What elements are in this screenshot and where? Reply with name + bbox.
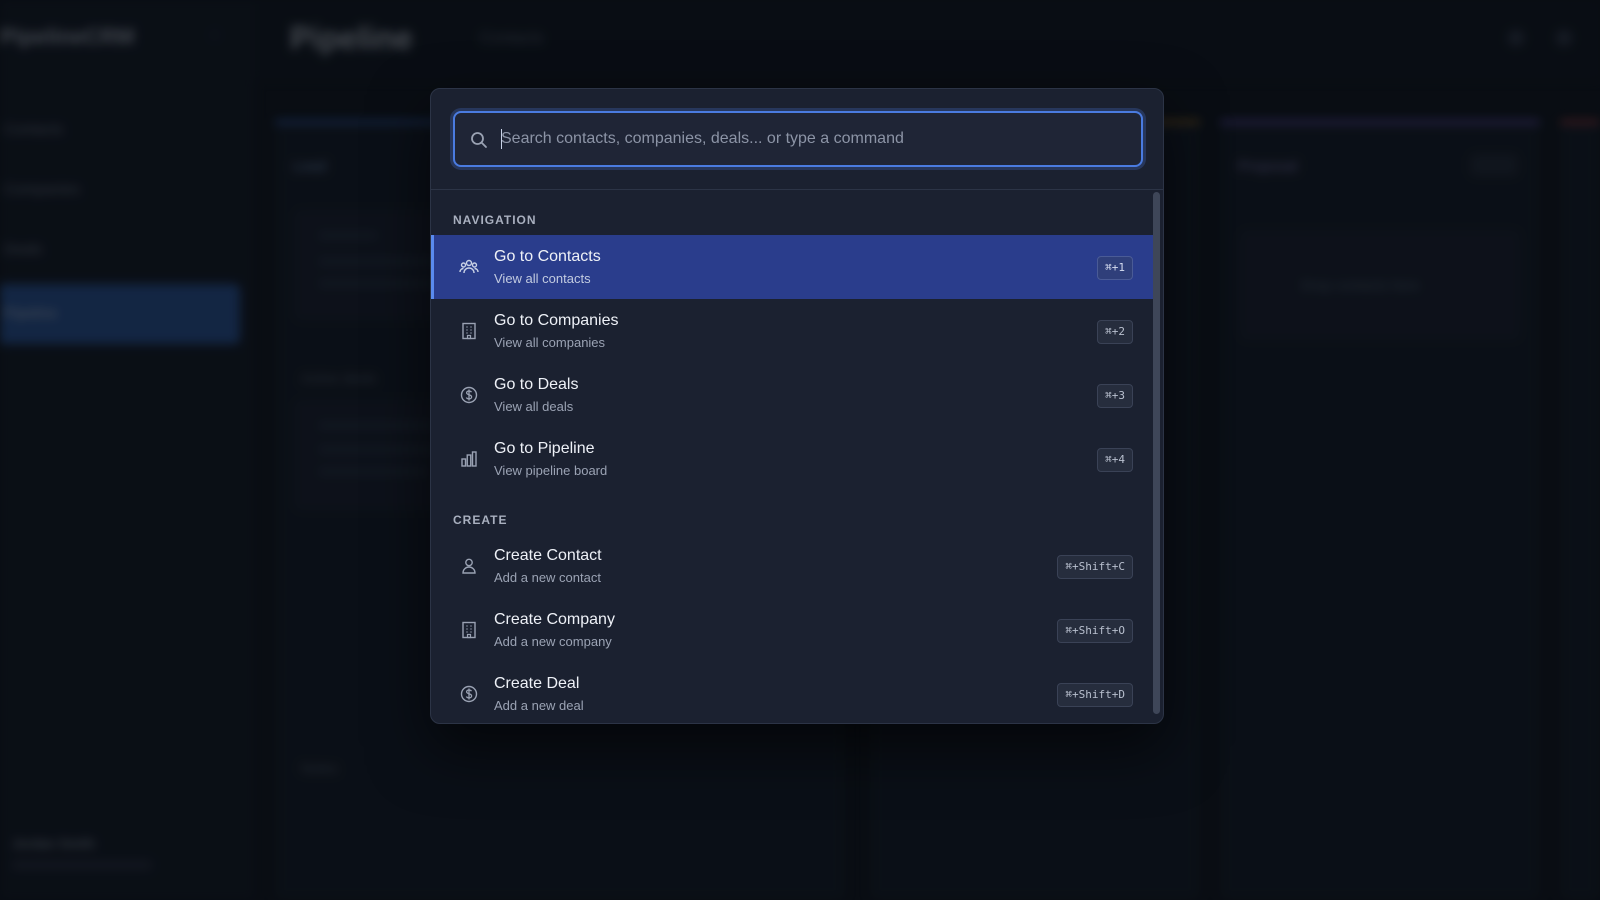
command-item-create-company[interactable]: Create Company Add a new company ⌘+Shift… (431, 598, 1155, 662)
command-title: Go to Contacts (494, 248, 601, 265)
bar-chart-icon (461, 451, 477, 467)
command-subtitle: View all deals (494, 399, 574, 414)
command-title: Go to Companies (494, 312, 619, 329)
shortcut-badge: ⌘+Shift+O (1057, 619, 1133, 643)
command-subtitle: View all companies (494, 335, 606, 350)
command-subtitle: View all contacts (494, 271, 591, 286)
user-icon (462, 558, 476, 574)
building-icon (462, 621, 476, 639)
scrollbar[interactable] (1153, 192, 1160, 714)
command-subtitle: Add a new contact (494, 570, 601, 585)
search-input[interactable] (501, 113, 1131, 165)
command-item-go-to-companies[interactable]: Go to Companies View all companies ⌘+2 (431, 299, 1155, 363)
command-item-go-to-pipeline[interactable]: Go to Pipeline View pipeline board ⌘+4 (431, 427, 1155, 491)
command-subtitle: Add a new company (494, 634, 612, 649)
command-title: Create Contact (494, 547, 602, 564)
dollar-icon (460, 685, 478, 703)
command-title: Go to Deals (494, 376, 579, 393)
section-label-navigation: NAVIGATION (453, 213, 537, 227)
command-subtitle: Add a new deal (494, 698, 584, 713)
command-title: Create Deal (494, 675, 580, 692)
shortcut-badge: ⌘+Shift+C (1057, 555, 1133, 579)
dollar-icon (460, 386, 478, 404)
command-palette: NAVIGATION Go to Contacts View all conta… (430, 88, 1164, 724)
command-item-create-contact[interactable]: Create Contact Add a new contact ⌘+Shift… (431, 534, 1155, 598)
users-icon (459, 259, 479, 274)
text-cursor (501, 129, 502, 149)
shortcut-badge: ⌘+Shift+D (1057, 683, 1133, 707)
command-subtitle: View pipeline board (494, 463, 608, 478)
shortcut-badge: ⌘+3 (1097, 384, 1133, 408)
search-box[interactable] (453, 111, 1143, 167)
command-title: Create Company (494, 611, 615, 628)
command-item-create-deal[interactable]: Create Deal Add a new deal ⌘+Shift+D (431, 662, 1155, 723)
command-item-go-to-contacts[interactable]: Go to Contacts View all contacts ⌘+1 (431, 235, 1155, 299)
search-icon (471, 132, 487, 148)
building-icon (462, 322, 476, 340)
command-title: Go to Pipeline (494, 440, 595, 457)
command-item-go-to-deals[interactable]: Go to Deals View all deals ⌘+3 (431, 363, 1155, 427)
shortcut-badge: ⌘+4 (1097, 448, 1133, 472)
command-list: NAVIGATION Go to Contacts View all conta… (431, 190, 1163, 723)
shortcut-badge: ⌘+1 (1097, 256, 1133, 280)
shortcut-badge: ⌘+2 (1097, 320, 1133, 344)
section-label-create: CREATE (453, 513, 508, 527)
